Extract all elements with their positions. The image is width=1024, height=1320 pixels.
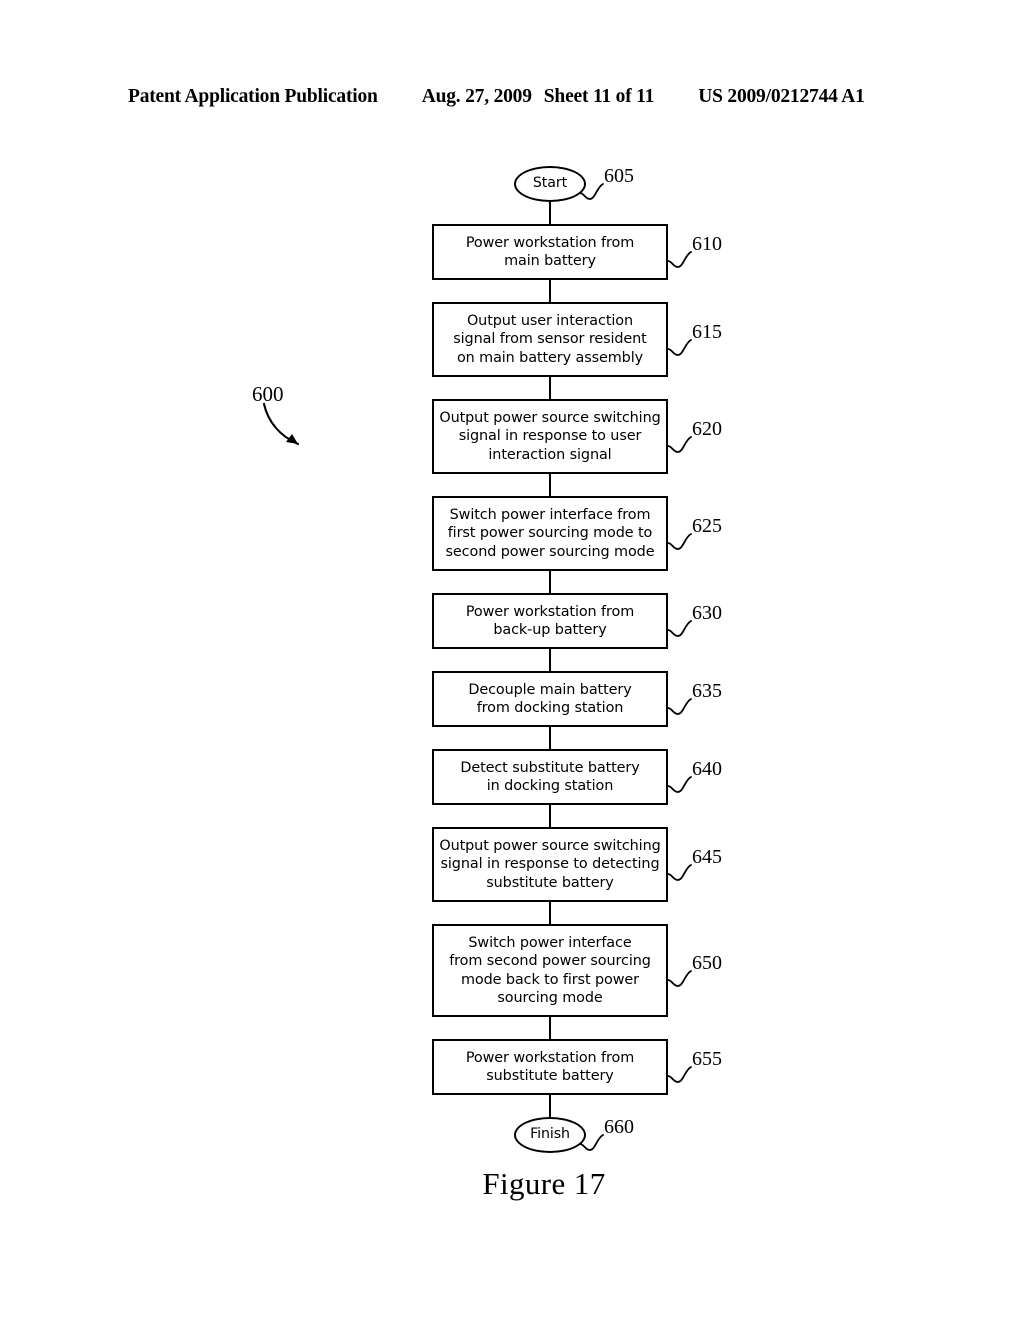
flow-connector (549, 474, 551, 496)
leader-line-650 (667, 969, 692, 987)
flow-connector (549, 805, 551, 827)
flow-connector (549, 280, 551, 302)
flow-node-label: Power workstation from substitute battery (465, 1049, 635, 1084)
flow-node-finish: Finish (514, 1117, 586, 1153)
flow-node-label: Output power source switching signal in r… (439, 410, 661, 463)
flow-node-step-620: Output power source switching signal in r… (432, 399, 668, 474)
reference-numeral-620: 620 (692, 417, 722, 440)
flow-connector (549, 1017, 551, 1039)
flow-node-step-610: Power workstation from main battery (432, 224, 668, 280)
reference-numeral-650: 650 (692, 951, 722, 974)
flow-node-label: Output power source switching signal in r… (439, 838, 661, 891)
patent-drawing-page: Patent Application Publication Aug. 27, … (0, 0, 1024, 1320)
leader-line-655 (667, 1066, 692, 1083)
reference-numeral-645: 645 (692, 845, 722, 868)
flow-node-label: Switch power interface from first power s… (445, 507, 655, 560)
flow-node-label: Power workstation from back-up battery (465, 603, 635, 638)
flow-connector (549, 649, 551, 671)
diagram-reference-arrow-icon (262, 402, 300, 446)
flow-node-label: Detect substitute battery in docking stat… (460, 759, 640, 794)
flow-node-label: Power workstation from main battery (465, 234, 635, 269)
flow-node-step-630: Power workstation from back-up battery (432, 593, 668, 649)
reference-numeral-635: 635 (692, 680, 722, 702)
flow-node-label: Start (532, 175, 568, 192)
flow-connector (549, 1095, 551, 1117)
reference-numeral-625: 625 (692, 514, 722, 537)
figure-caption-wrap: Figure 17 (0, 1166, 1024, 1202)
flow-node-label: Output user interaction signal from senso… (453, 313, 647, 366)
reference-numeral-610: 610 (692, 233, 722, 255)
flow-node-label: Decouple main battery from docking statio… (468, 681, 632, 716)
leader-line-635 (667, 698, 692, 715)
reference-numeral-660: 660 (604, 1116, 634, 1138)
reference-numeral-640: 640 (692, 758, 722, 780)
reference-numeral-630: 630 (692, 602, 722, 624)
figure-caption: Figure 17 (482, 1166, 606, 1201)
flow-connector (549, 571, 551, 593)
flow-connector (549, 727, 551, 749)
flow-node-step-615: Output user interaction signal from senso… (432, 302, 668, 377)
flowchart-600: Start 605 Power workstation from main batte… (0, 0, 1024, 1320)
leader-line-620 (667, 435, 692, 453)
flow-node-start: Start (514, 166, 586, 202)
leader-line-610 (667, 251, 692, 268)
flow-node-step-625: Switch power interface from first power s… (432, 496, 668, 571)
flow-node-step-640: Detect substitute battery in docking stat… (432, 749, 668, 805)
flow-node-step-635: Decouple main battery from docking statio… (432, 671, 668, 727)
flow-node-label: Switch power interface from second power … (449, 935, 651, 1006)
leader-line-630 (667, 620, 692, 637)
flow-node-step-655: Power workstation from substitute battery (432, 1039, 668, 1095)
flow-connector (549, 902, 551, 924)
flow-node-step-645: Output power source switching signal in r… (432, 827, 668, 902)
reference-numeral-605: 605 (604, 165, 634, 187)
leader-line-625 (667, 532, 692, 550)
leader-line-615 (667, 338, 692, 356)
reference-numeral-615: 615 (692, 320, 722, 343)
leader-line-640 (667, 776, 692, 793)
leader-line-645 (667, 863, 692, 881)
reference-numeral-655: 655 (692, 1048, 722, 1070)
flow-connector (549, 202, 551, 224)
flow-node-step-650: Switch power interface from second power … (432, 924, 668, 1017)
flow-node-label: Finish (530, 1126, 570, 1143)
flow-connector (549, 377, 551, 399)
